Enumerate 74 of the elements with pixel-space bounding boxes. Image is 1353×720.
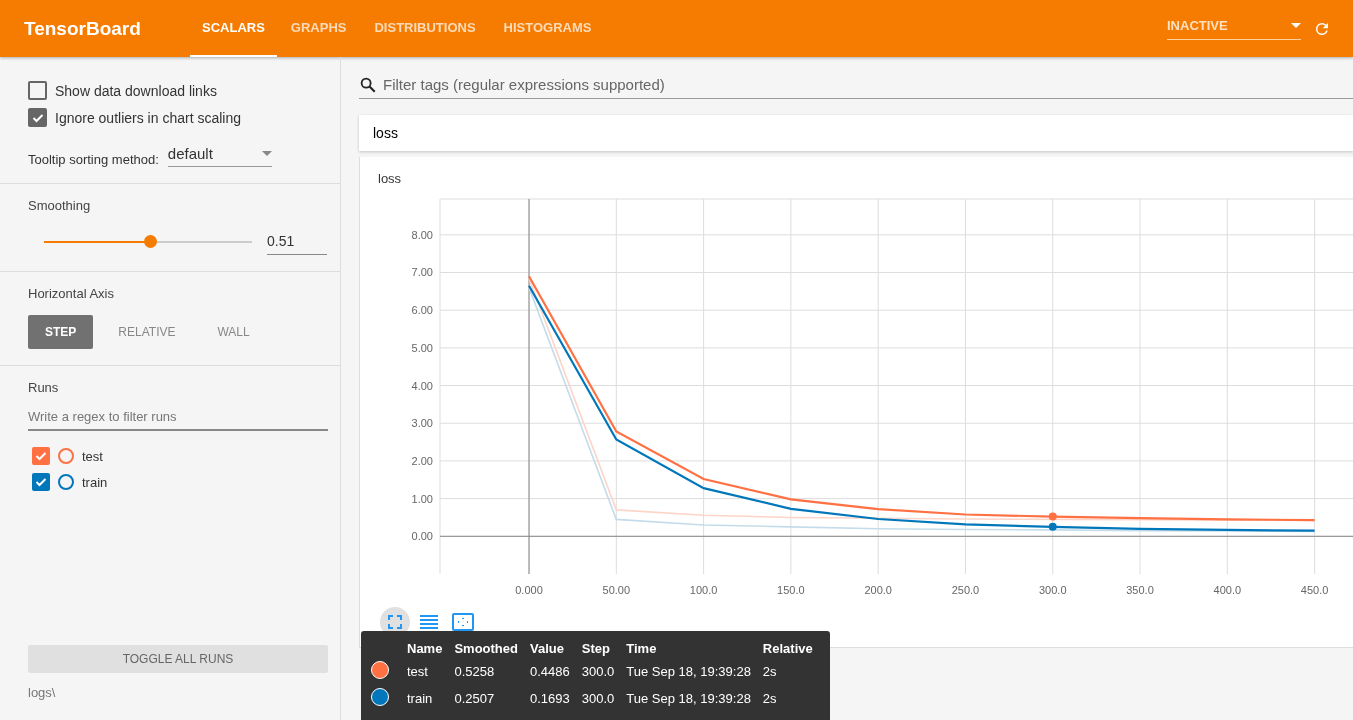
- x-tick-label: 0.000: [515, 584, 543, 596]
- nav-tab[interactable]: DISTRIBUTIONS: [360, 0, 490, 57]
- hover-point: [1048, 512, 1057, 521]
- table-cell: 300.0: [581, 658, 627, 685]
- column-header: Time: [626, 639, 763, 658]
- x-tick-label: 350.0: [1126, 584, 1154, 596]
- nav-tab[interactable]: HISTOGRAMS: [489, 0, 606, 57]
- sort-label: Tooltip sorting method:: [28, 152, 159, 167]
- y-tick-label: 6.00: [411, 304, 433, 317]
- section-title: Runs: [28, 380, 60, 395]
- table-cell-text: 2s: [762, 690, 778, 708]
- run-checkbox[interactable]: [32, 447, 50, 465]
- hover-point: [1048, 522, 1057, 531]
- y-tick-label: 4.00: [411, 379, 433, 392]
- search-field[interactable]: Filter tags (regular expressions supported): [381, 75, 1353, 94]
- y-tick-label: 3.00: [411, 417, 433, 430]
- log-directory: logs\: [28, 685, 57, 700]
- nav-tab[interactable]: SCALARS: [190, 0, 277, 57]
- table-cell-text: train: [407, 690, 434, 708]
- smoothing-input[interactable]: 0.51: [267, 227, 327, 255]
- y-tick-label: 2.00: [411, 454, 433, 467]
- x-tick-label: 450.0: [1300, 584, 1329, 596]
- x-tick-label: 250.0: [951, 584, 980, 596]
- axis-option-button[interactable]: WALL: [200, 315, 267, 349]
- table-cell: Tue Sep 18, 19:39:28: [626, 658, 763, 685]
- table-cell-text: test: [407, 663, 429, 681]
- run-color-ring[interactable]: [58, 474, 74, 490]
- category-header[interactable]: loss: [359, 115, 1353, 151]
- toggle-runs-button[interactable]: TOGGLE ALL RUNS: [28, 645, 328, 673]
- checkbox[interactable]: [28, 81, 47, 100]
- x-tick-label: 50.00: [602, 584, 631, 596]
- caret-icon: [261, 151, 272, 156]
- caret-icon: [1291, 22, 1301, 28]
- run-status-dropdown[interactable]: INACTIVE: [1167, 17, 1301, 40]
- x-tick-label: 300.0: [1038, 584, 1067, 596]
- column-header: Value: [530, 639, 582, 658]
- y-tick-label: 8.00: [411, 228, 433, 241]
- y-tick-label: 7.00: [411, 266, 433, 279]
- run-checkbox[interactable]: [32, 473, 50, 491]
- column-header: Step: [581, 639, 627, 658]
- sort-dropdown[interactable]: default: [167, 145, 272, 167]
- table-cell-text: 2s: [762, 663, 778, 681]
- y-tick-label: 5.00: [411, 341, 433, 354]
- checkbox-label: Ignore outliers in chart scaling: [55, 109, 241, 126]
- table-cell: 0.1693: [530, 685, 582, 712]
- run-color-ring[interactable]: [58, 448, 74, 464]
- y-tick-label: 1.00: [411, 492, 433, 505]
- x-tick-label: 200.0: [864, 584, 892, 596]
- x-tick-label: 150.0: [777, 584, 805, 596]
- column-header: Name: [407, 639, 455, 658]
- run-name: test: [82, 448, 103, 464]
- table-cell: 0.2507: [454, 685, 530, 712]
- chart-title: loss: [378, 171, 402, 186]
- x-tick-label: 100.0: [689, 584, 718, 596]
- column-header: Relative: [762, 640, 814, 658]
- section-title: Horizontal Axis: [28, 286, 115, 301]
- app-title: TensorBoard: [24, 17, 142, 40]
- axis-option-button[interactable]: RELATIVE: [101, 315, 193, 349]
- axis-option-button[interactable]: STEP: [28, 315, 94, 349]
- section-title: Smoothing: [28, 198, 92, 213]
- table-cell: 0.4486: [530, 658, 582, 685]
- checkbox-label: Show data download links: [55, 82, 217, 99]
- search-icon: [359, 75, 377, 94]
- table-cell: 0.5258: [454, 658, 530, 685]
- column-header: Smoothed: [454, 639, 530, 658]
- table-cell: Tue Sep 18, 19:39:28: [626, 685, 763, 712]
- nav-tab[interactable]: GRAPHS: [276, 0, 361, 57]
- smoothing-slider[interactable]: [44, 234, 252, 248]
- x-tick-label: 400.0: [1213, 584, 1242, 596]
- table-cell: 300.0: [581, 685, 627, 712]
- run-filter-field[interactable]: Write a regex to filter runs: [28, 409, 328, 431]
- run-name: train: [82, 474, 108, 490]
- checkbox[interactable]: [28, 108, 47, 127]
- y-tick-label: 0.00: [411, 530, 433, 543]
